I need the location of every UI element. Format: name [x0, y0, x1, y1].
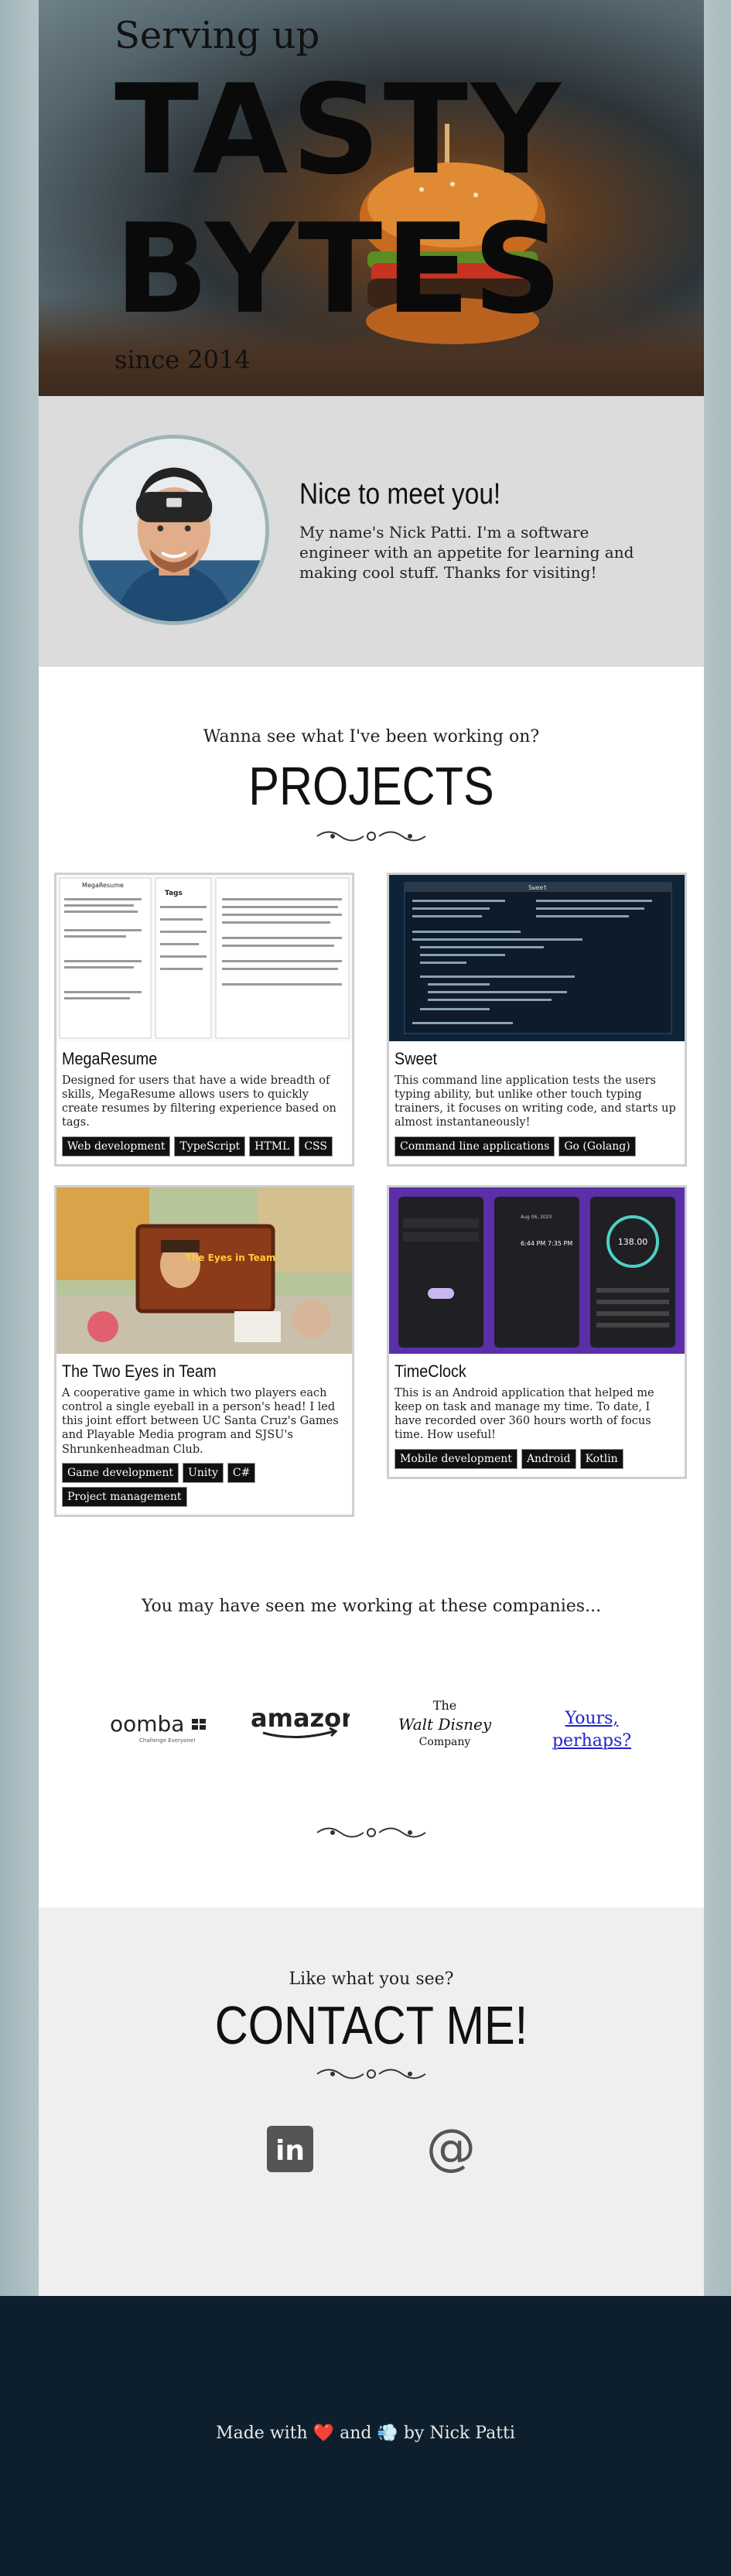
- project-title: Sweet: [395, 1049, 438, 1068]
- project-title: MegaResume: [62, 1049, 158, 1068]
- svg-text:Tags: Tags: [165, 890, 183, 897]
- tag[interactable]: Game development: [62, 1462, 179, 1483]
- oomba-logo: oomba Challenge Everyone!: [110, 1711, 206, 1744]
- project-description: This command line application tests the …: [395, 1074, 676, 1129]
- project-description: Designed for users that have a wide brea…: [62, 1074, 336, 1129]
- svg-text:7:35 PM: 7:35 PM: [548, 1240, 572, 1247]
- svg-text:6:44 PM: 6:44 PM: [521, 1240, 545, 1247]
- svg-text:Aug 06, 2023: Aug 06, 2023: [521, 1215, 552, 1220]
- svg-text:Walt Disney: Walt Disney: [398, 1715, 491, 1734]
- tag[interactable]: Command line applications: [395, 1136, 555, 1156]
- tag[interactable]: C#: [227, 1462, 256, 1483]
- projects-title: PROJECTS: [248, 756, 494, 816]
- profile-photo: [83, 439, 265, 621]
- hero-banner: Serving up TASTY BYTES since 2014: [39, 0, 704, 396]
- intro-section: Nice to meet you! My name's Nick Patti. …: [39, 396, 704, 667]
- hero-title-bytes: BYTES: [114, 196, 565, 341]
- svg-text:Challenge Everyone!: Challenge Everyone!: [139, 1737, 196, 1744]
- email-at-icon[interactable]: @: [423, 2121, 479, 2177]
- companies-section: You may have seen me working at these co…: [39, 1521, 704, 1908]
- svg-text:Sweet: Sweet: [528, 884, 547, 891]
- two-eyes-screenshot: The Eyes in Team: [56, 1187, 352, 1354]
- projects-section: Wanna see what I've been working on? PRO…: [39, 667, 704, 1521]
- svg-text:The Eyes in Team: The Eyes in Team: [186, 1252, 276, 1263]
- svg-text:Company: Company: [419, 1736, 471, 1748]
- svg-text:MegaResume: MegaResume: [82, 882, 124, 889]
- project-title: The Two Eyes in Team: [62, 1361, 217, 1381]
- tag[interactable]: Project management: [62, 1486, 187, 1507]
- svg-text:The: The: [433, 1698, 456, 1713]
- tag-list: Command line applications Go (Golang): [395, 1136, 679, 1156]
- svg-text:in: in: [275, 2135, 305, 2167]
- project-description: This is an Android application that help…: [395, 1387, 654, 1442]
- intro-heading: Nice to meet you!: [299, 478, 501, 511]
- amazon-logo: amazon: [251, 1703, 350, 1738]
- intro-text: My name's Nick Patti. I'm a software eng…: [299, 523, 634, 582]
- projects-subtitle: Wanna see what I've been working on?: [203, 727, 540, 746]
- tag[interactable]: TypeScript: [174, 1136, 246, 1156]
- svg-text:@: @: [426, 2121, 476, 2177]
- tag[interactable]: Mobile development: [395, 1448, 518, 1469]
- yours-perhaps-link[interactable]: Yours, perhaps?: [549, 1708, 634, 1752]
- timeclock-screenshot: 6:44 PM 7:35 PM Aug 06, 2023 138.00: [389, 1187, 685, 1354]
- tag[interactable]: Web development: [62, 1136, 171, 1156]
- sweet-screenshot: Sweet: [389, 875, 685, 1041]
- tag[interactable]: Unity: [183, 1462, 224, 1483]
- linkedin-icon[interactable]: in: [265, 2124, 315, 2174]
- project-description: A cooperative game in which two players …: [62, 1387, 339, 1456]
- hero-tagline: Serving up: [114, 14, 320, 57]
- svg-text:amazon: amazon: [251, 1703, 350, 1733]
- contact-section: Like what you see? CONTACT ME! in @: [39, 1908, 704, 2296]
- tag-list: Web development TypeScript HTML CSS: [62, 1136, 347, 1156]
- ornament-divider-icon: [316, 831, 426, 842]
- tag[interactable]: Go (Golang): [558, 1136, 636, 1156]
- project-card-two-eyes[interactable]: The Eyes in Team The Two Eyes in Team A …: [54, 1185, 354, 1517]
- footer-credit: Made with ❤️ and 💨 by Nick Patti: [216, 2424, 515, 2443]
- avatar: [79, 435, 269, 625]
- svg-text:138.00: 138.00: [618, 1237, 648, 1247]
- contact-title: CONTACT ME!: [214, 1995, 528, 2055]
- tag-list: Game development Unity C# Project manage…: [62, 1462, 347, 1507]
- ornament-divider-icon: [316, 2069, 426, 2079]
- project-card-sweet[interactable]: Sweet Sweet This command line applicatio…: [387, 873, 687, 1167]
- footer: Made with ❤️ and 💨 by Nick Patti: [0, 2296, 731, 2576]
- hero-since: since 2014: [114, 345, 251, 374]
- megaresume-screenshot: MegaResume Tags: [56, 875, 352, 1041]
- tag[interactable]: HTML: [249, 1136, 295, 1156]
- ornament-divider-icon: [316, 1827, 426, 1838]
- svg-text:oomba: oomba: [110, 1711, 184, 1737]
- tag-list: Mobile development Android Kotlin: [395, 1448, 679, 1469]
- page: Serving up TASTY BYTES since 2014 Nice t…: [0, 0, 731, 2576]
- tag[interactable]: CSS: [299, 1136, 333, 1156]
- tag[interactable]: Kotlin: [579, 1448, 623, 1469]
- project-title: TimeClock: [395, 1361, 466, 1381]
- project-card-megaresume[interactable]: MegaResume Tags MegaResume Designed for …: [54, 873, 354, 1167]
- contact-subtitle: Like what you see?: [289, 1970, 454, 1989]
- project-card-timeclock[interactable]: 6:44 PM 7:35 PM Aug 06, 2023 138.00 Time…: [387, 1185, 687, 1479]
- tag[interactable]: Android: [521, 1448, 576, 1469]
- hero-title-tasty: TASTY: [114, 57, 564, 202]
- companies-subtitle: You may have seen me working at these co…: [141, 1597, 602, 1616]
- disney-logo: The Walt Disney Company: [398, 1698, 491, 1748]
